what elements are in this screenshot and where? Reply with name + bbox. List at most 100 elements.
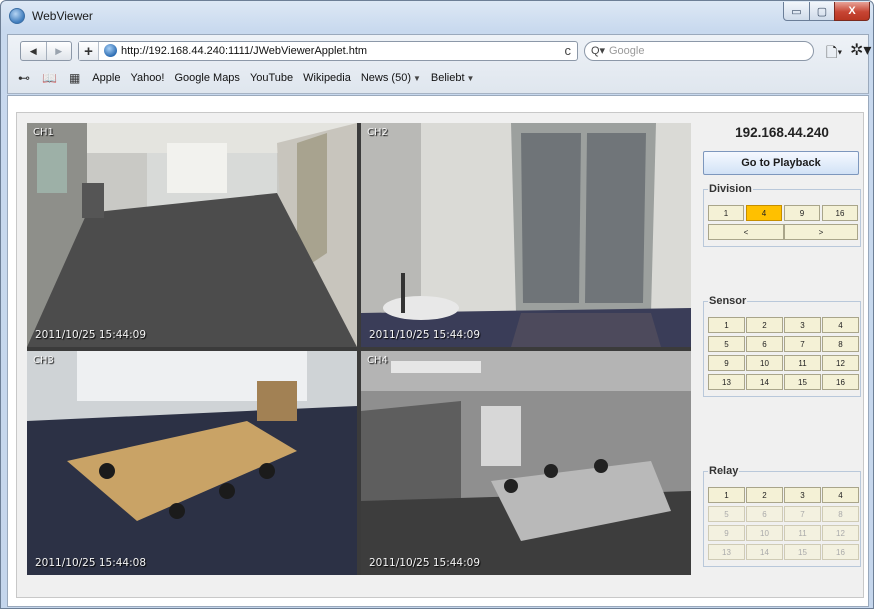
sensor-button-1[interactable]: 1: [708, 317, 745, 333]
sensor-button-13[interactable]: 13: [708, 374, 745, 390]
bookmark-yahoo[interactable]: Yahoo!: [130, 72, 164, 84]
app-globe-icon: [9, 8, 25, 24]
sensor-group: Sensor 1 2 3 4 5 6 7 8 9 10 11 12 13 14 15 16: [703, 295, 861, 397]
relay-button-10: 10: [746, 525, 783, 541]
camera-label: CH3: [33, 355, 54, 366]
url-field[interactable]: http://192.168.44.240:1111/JWebViewerApp…: [121, 45, 367, 57]
camera-view-ch3[interactable]: CH3 2011/10/25 15:44:08: [27, 351, 357, 575]
sensor-button-7[interactable]: 7: [784, 336, 821, 352]
relay-button-13: 13: [708, 544, 745, 560]
page-content: CH1 2011/10/25 15:44:09 CH2 2011/10/25 1…: [7, 95, 869, 607]
camera-label: CH2: [367, 127, 388, 138]
nav-buttons: ◀ ▶: [20, 41, 72, 61]
sensor-button-11[interactable]: 11: [784, 355, 821, 371]
page-menu-button[interactable]: 🗋▾: [826, 42, 842, 66]
search-placeholder: Google: [609, 45, 645, 57]
relay-button-3[interactable]: 3: [784, 487, 821, 503]
chevron-down-icon: ▼: [412, 74, 421, 83]
back-button[interactable]: ◀: [21, 42, 46, 60]
go-to-playback-button[interactable]: Go to Playback: [703, 151, 859, 175]
relay-button-14: 14: [746, 544, 783, 560]
sensor-title: Sensor: [709, 295, 747, 307]
relay-button-7: 7: [784, 506, 821, 522]
browser-window: WebViewer ▭ ▢ X ◀ ▶ + http://192.168.44.…: [0, 0, 874, 609]
maximize-button[interactable]: ▢: [809, 2, 835, 21]
control-panel: 192.168.44.240 Go to Playback Division 1…: [703, 113, 861, 597]
camera-view-ch1[interactable]: CH1 2011/10/25 15:44:09: [27, 123, 357, 347]
relay-button-6: 6: [746, 506, 783, 522]
division-next-button[interactable]: >: [784, 224, 858, 240]
chevron-down-icon: ▼: [466, 74, 475, 83]
device-ip: 192.168.44.240: [735, 125, 829, 140]
sensor-button-9[interactable]: 9: [708, 355, 745, 371]
relay-button-9: 9: [708, 525, 745, 541]
division-title: Division: [709, 183, 752, 195]
sensor-button-2[interactable]: 2: [746, 317, 783, 333]
sensor-button-10[interactable]: 10: [746, 355, 783, 371]
bookmark-google-maps[interactable]: Google Maps: [175, 72, 240, 84]
glass-door-image: [361, 123, 691, 347]
search-field[interactable]: Q▾ Google: [584, 41, 814, 61]
relay-button-15: 15: [784, 544, 821, 560]
relay-title: Relay: [709, 465, 739, 477]
division-button-16[interactable]: 16: [822, 205, 858, 221]
sensor-button-12[interactable]: 12: [822, 355, 859, 371]
conference-room-bw-image: [361, 351, 691, 575]
sensor-button-16[interactable]: 16: [822, 374, 859, 390]
site-globe-icon: [104, 44, 117, 57]
window-title: WebViewer: [32, 9, 93, 23]
settings-gear-button[interactable]: ✲▾: [850, 40, 871, 60]
camera-timestamp: 2011/10/25 15:44:09: [35, 329, 147, 341]
add-bookmark-button[interactable]: +: [79, 42, 99, 60]
minimize-button[interactable]: ▭: [783, 2, 810, 21]
sensor-button-8[interactable]: 8: [822, 336, 859, 352]
sensor-button-4[interactable]: 4: [822, 317, 859, 333]
bookmark-news[interactable]: News (50) ▼: [361, 72, 421, 84]
browser-toolbar: ◀ ▶ + http://192.168.44.240:1111/JWebVie…: [7, 34, 871, 94]
bookmarks-bar: ⊷ 📖 ▦ Apple Yahoo! Google Maps YouTube W…: [18, 70, 484, 86]
sensor-button-6[interactable]: 6: [746, 336, 783, 352]
sensor-button-3[interactable]: 3: [784, 317, 821, 333]
division-button-4[interactable]: 4: [746, 205, 782, 221]
title-bar: WebViewer ▭ ▢ X: [1, 1, 873, 31]
grid-icon[interactable]: ▦: [69, 71, 80, 85]
search-icon[interactable]: Q▾: [591, 44, 605, 57]
camera-timestamp: 2011/10/25 15:44:09: [369, 329, 481, 341]
relay-button-8: 8: [822, 506, 859, 522]
relay-button-1[interactable]: 1: [708, 487, 745, 503]
relay-button-5: 5: [708, 506, 745, 522]
address-bar[interactable]: + http://192.168.44.240:1111/JWebViewerA…: [78, 41, 578, 61]
camera-timestamp: 2011/10/25 15:44:08: [35, 557, 147, 569]
conference-room-image: [27, 351, 357, 575]
camera-view-ch4[interactable]: CH4 2011/10/25 15:44:09: [361, 351, 691, 575]
division-group: Division 1 4 9 16 < >: [703, 183, 861, 247]
relay-button-11: 11: [784, 525, 821, 541]
forward-button[interactable]: ▶: [45, 42, 72, 60]
sensor-button-5[interactable]: 5: [708, 336, 745, 352]
bookmark-wikipedia[interactable]: Wikipedia: [303, 72, 351, 84]
bookmark-beliebt[interactable]: Beliebt ▼: [431, 72, 475, 84]
book-icon[interactable]: 📖: [42, 71, 57, 85]
relay-group: Relay 1 2 3 4 5 6 7 8 9 10 11 12 13 14 15 16: [703, 465, 861, 567]
sensor-button-15[interactable]: 15: [784, 374, 821, 390]
camera-view-ch2[interactable]: CH2 2011/10/25 15:44:09: [361, 123, 691, 347]
camera-label: CH1: [33, 127, 54, 138]
division-button-9[interactable]: 9: [784, 205, 820, 221]
bookmark-youtube[interactable]: YouTube: [250, 72, 293, 84]
camera-grid: CH1 2011/10/25 15:44:09 CH2 2011/10/25 1…: [27, 123, 691, 575]
corridor-image: [27, 123, 357, 347]
relay-button-2[interactable]: 2: [746, 487, 783, 503]
close-button[interactable]: X: [834, 2, 870, 21]
news-label: News (50): [360, 72, 411, 84]
relay-button-16: 16: [822, 544, 859, 560]
reload-button[interactable]: c: [565, 43, 572, 58]
camera-label: CH4: [367, 355, 388, 366]
relay-button-12: 12: [822, 525, 859, 541]
sensor-button-14[interactable]: 14: [746, 374, 783, 390]
division-prev-button[interactable]: <: [708, 224, 784, 240]
relay-button-4[interactable]: 4: [822, 487, 859, 503]
reader-glasses-icon[interactable]: ⊷: [18, 71, 30, 85]
bookmark-apple[interactable]: Apple: [92, 72, 120, 84]
beliebt-label: Beliebt: [430, 72, 465, 84]
division-button-1[interactable]: 1: [708, 205, 744, 221]
